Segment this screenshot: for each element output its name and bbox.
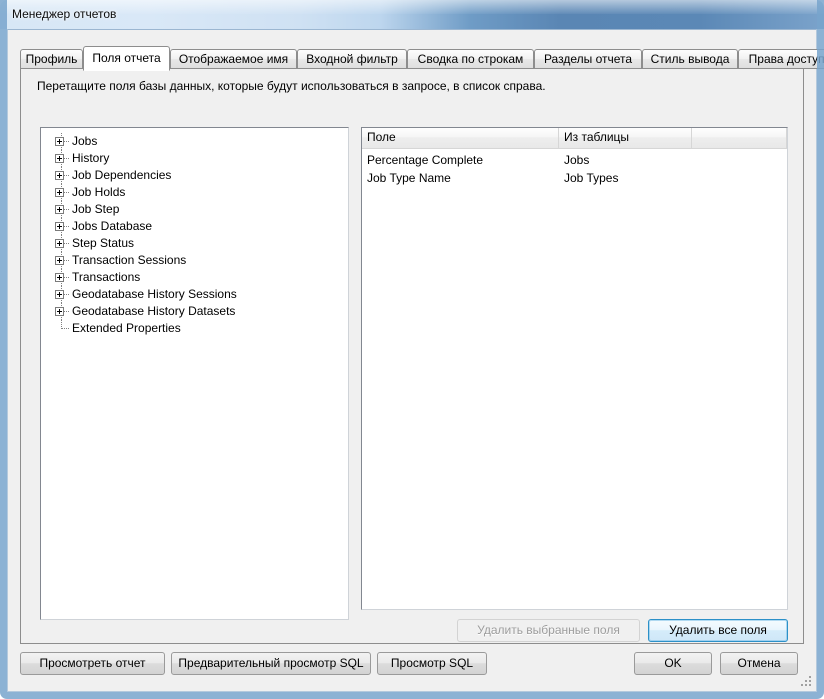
- expand-plus-icon[interactable]: [55, 137, 64, 146]
- selected-fields-list[interactable]: Поле Из таблицы Percentage Complete Jobs Jo…: [361, 127, 788, 610]
- list-cell-table: Job Types: [564, 171, 619, 185]
- tab-3[interactable]: Отображаемое имя: [170, 49, 297, 69]
- tab-7[interactable]: Стиль вывода: [642, 49, 738, 69]
- list-cell-field: Percentage Complete: [367, 153, 484, 167]
- tree-item[interactable]: Geodatabase History Datasets: [41, 303, 348, 320]
- resize-grip-icon[interactable]: [801, 676, 813, 688]
- expand-plus-icon[interactable]: [55, 154, 64, 163]
- tree-item[interactable]: Transaction Sessions: [41, 252, 348, 269]
- expand-plus-icon[interactable]: [55, 205, 64, 214]
- tree-item[interactable]: History: [41, 150, 348, 167]
- tree-root: Jobs History Job Dependencies Job Holds Job …: [41, 133, 348, 337]
- title-bar-gloss: [0, 0, 824, 14]
- expand-plus-icon[interactable]: [55, 273, 64, 282]
- expand-plus-icon[interactable]: [55, 307, 64, 316]
- report-manager-window: Менеджер отчетов Профиль Поля отчета Отобр…: [0, 0, 824, 699]
- tree-item-label: Extended Properties: [72, 321, 181, 335]
- list-cell-field: Job Type Name: [367, 171, 451, 185]
- tree-item-label: Job Holds: [72, 185, 126, 199]
- tree-item[interactable]: Job Holds: [41, 184, 348, 201]
- tab-1[interactable]: Профиль: [20, 49, 83, 69]
- window-title: Менеджер отчетов: [12, 7, 117, 21]
- tree-item-label: History: [72, 151, 110, 165]
- drag-fields-hint: Перетащите поля базы данных, которые буд…: [37, 79, 546, 93]
- expand-plus-icon[interactable]: [55, 290, 64, 299]
- tree-item-label: Geodatabase History Sessions: [72, 287, 237, 301]
- view-sql-button[interactable]: Просмотр SQL: [377, 652, 487, 675]
- list-column-header[interactable]: Из таблицы: [559, 128, 692, 148]
- expand-plus-icon[interactable]: [55, 239, 64, 248]
- list-column-header[interactable]: [692, 128, 787, 148]
- preview-sql-button[interactable]: Предварительный просмотр SQL: [171, 652, 371, 675]
- list-item[interactable]: Percentage Complete Jobs: [362, 152, 787, 169]
- expand-plus-icon[interactable]: [55, 171, 64, 180]
- tree-item[interactable]: Transactions: [41, 269, 348, 286]
- tree-item-label: Job Dependencies: [72, 168, 172, 182]
- list-item[interactable]: Job Type Name Job Types: [362, 170, 787, 187]
- tab-6[interactable]: Разделы отчета: [534, 49, 642, 69]
- title-bar[interactable]: Менеджер отчетов: [0, 0, 824, 29]
- tree-item-label: Jobs Database: [72, 219, 153, 233]
- expand-plus-icon[interactable]: [55, 188, 64, 197]
- tab-2[interactable]: Поля отчета: [83, 46, 170, 71]
- remove-selected-fields-button[interactable]: Удалить выбранные поля: [457, 619, 640, 642]
- tree-item[interactable]: Jobs Database: [41, 218, 348, 235]
- tree-item-label: Job Step: [72, 202, 120, 216]
- tree-item-label: Step Status: [72, 236, 135, 250]
- tree-item[interactable]: Job Step: [41, 201, 348, 218]
- tab-page-report-fields: Перетащите поля базы данных, которые буд…: [20, 68, 804, 644]
- tree-item[interactable]: Jobs: [41, 133, 348, 150]
- tree-item-label: Transactions: [72, 270, 141, 284]
- tree-item[interactable]: Extended Properties: [41, 320, 348, 337]
- list-cell-table: Jobs: [564, 153, 590, 167]
- tree-item[interactable]: Geodatabase History Sessions: [41, 286, 348, 303]
- tab-8[interactable]: Права доступа: [738, 49, 824, 69]
- tree-item-label: Jobs: [72, 134, 98, 148]
- tree-item-label: Geodatabase History Datasets: [72, 304, 236, 318]
- list-header-row: Поле Из таблицы: [362, 128, 787, 149]
- database-fields-tree[interactable]: Jobs History Job Dependencies Job Holds Job …: [40, 127, 349, 620]
- tab-4[interactable]: Входной фильтр: [297, 49, 407, 69]
- ok-button[interactable]: OK: [634, 652, 712, 675]
- cancel-button[interactable]: Отмена: [720, 652, 798, 675]
- expand-plus-icon[interactable]: [55, 256, 64, 265]
- tab-5[interactable]: Сводка по строкам: [407, 49, 534, 69]
- tree-item[interactable]: Step Status: [41, 235, 348, 252]
- dialog-client-area: Профиль Поля отчета Отображаемое имя Входно…: [7, 29, 824, 692]
- expand-plus-icon[interactable]: [55, 222, 64, 231]
- list-column-header[interactable]: Поле: [362, 128, 559, 148]
- tree-item[interactable]: Job Dependencies: [41, 167, 348, 184]
- tree-item-label: Transaction Sessions: [72, 253, 187, 267]
- tab-strip: Профиль Поля отчета Отображаемое имя Входно…: [20, 46, 824, 71]
- preview-report-button[interactable]: Просмотреть отчет: [20, 652, 165, 675]
- remove-all-fields-button[interactable]: Удалить все поля: [648, 619, 788, 642]
